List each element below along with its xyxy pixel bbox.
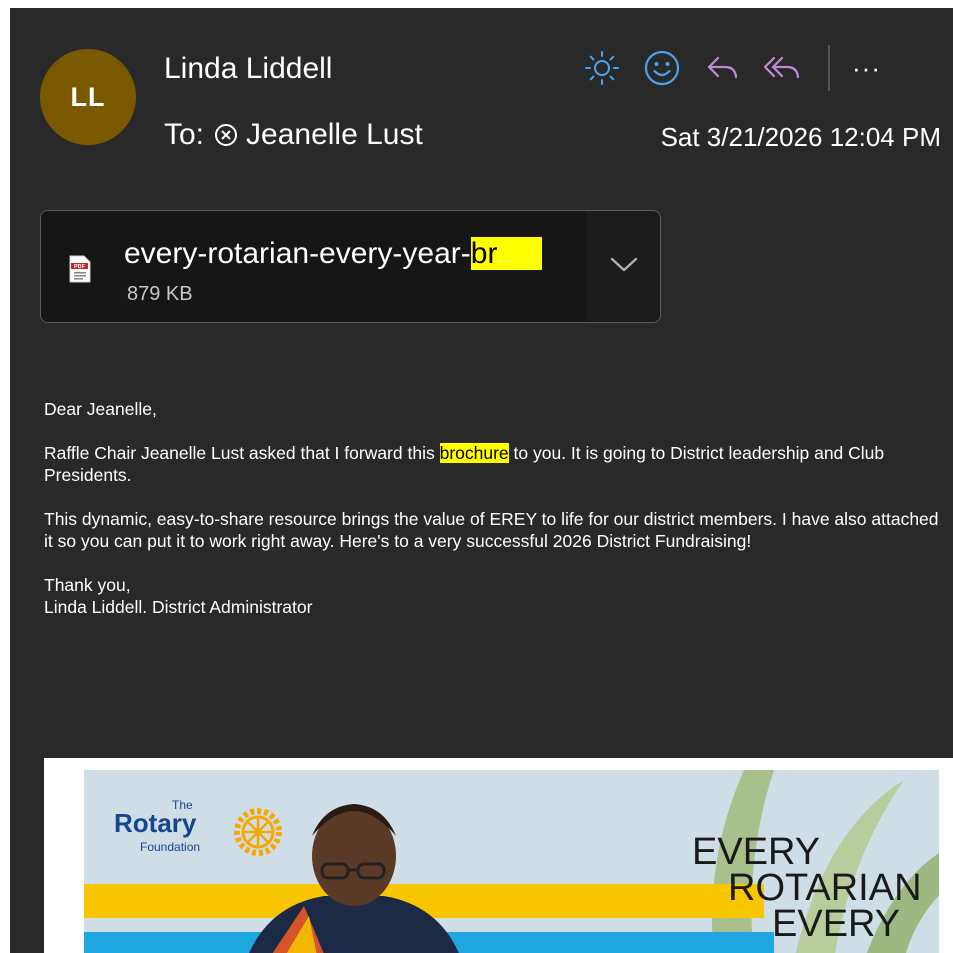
closing: Thank you, bbox=[44, 575, 131, 595]
message-toolbar: ··· bbox=[582, 45, 881, 91]
greeting: Dear Jeanelle, bbox=[44, 399, 157, 419]
email-reading-pane: LL Linda Liddell To: Jeanelle Lust Sat 3… bbox=[10, 8, 953, 953]
signature: Linda Liddell. District Administrator bbox=[44, 597, 313, 617]
sender-name[interactable]: Linda Liddell bbox=[164, 52, 332, 86]
attachment-size: 879 KB bbox=[127, 283, 193, 305]
svg-text:PDF: PDF bbox=[74, 264, 86, 270]
reply-all-icon bbox=[763, 56, 800, 79]
reply-all-button[interactable] bbox=[762, 48, 802, 88]
chevron-down-icon[interactable] bbox=[609, 255, 639, 275]
reply-icon bbox=[707, 56, 738, 79]
message-body: Dear Jeanelle, Raffle Chair Jeanelle Lus… bbox=[44, 398, 949, 640]
brochure-image: The Rotary Foundation EVERY ROTARIAN EVE… bbox=[44, 758, 953, 953]
paragraph-2: This dynamic, easy-to-share resource bri… bbox=[44, 509, 939, 551]
brochure-title: EVERY ROTARIAN EVERY bbox=[692, 831, 922, 945]
toolbar-divider bbox=[828, 45, 830, 91]
attachment-filename: every-rotarian-every-year-br... bbox=[124, 237, 543, 271]
sun-icon bbox=[585, 51, 619, 85]
emoji-icon bbox=[644, 50, 680, 86]
attachment-open-area[interactable]: PDF every-rotarian-every-year-br... 879 … bbox=[41, 211, 586, 322]
more-icon: ··· bbox=[852, 53, 881, 83]
sent-date: Sat 3/21/2026 12:04 PM bbox=[660, 122, 941, 152]
attachment-filename-prefix: every-rotarian-every-year- bbox=[124, 237, 471, 270]
rotary-wheel-icon bbox=[234, 808, 282, 856]
sender-avatar[interactable]: LL bbox=[40, 49, 136, 145]
search-highlight: brochure bbox=[439, 443, 509, 463]
pdf-icon: PDF bbox=[69, 255, 91, 283]
brochure-cover: The Rotary Foundation EVERY ROTARIAN EVE… bbox=[84, 770, 939, 953]
more-actions-button[interactable]: ··· bbox=[852, 55, 881, 81]
recipient-name: Jeanelle Lust bbox=[246, 118, 423, 151]
reply-button[interactable] bbox=[702, 48, 742, 88]
reaction-button[interactable] bbox=[642, 48, 682, 88]
avatar-initials: LL bbox=[70, 81, 106, 112]
signature-block: Thank you, Linda Liddell. District Admini… bbox=[44, 574, 949, 618]
paragraph-1: Raffle Chair Jeanelle Lust asked that I … bbox=[44, 443, 885, 485]
recipient-chip[interactable]: Jeanelle Lust bbox=[214, 118, 423, 152]
attachment-filename-highlight: br... bbox=[470, 237, 543, 270]
to-label: To: bbox=[164, 118, 205, 151]
remove-recipient-icon[interactable] bbox=[214, 123, 238, 147]
recipient-line: To: Jeanelle Lust bbox=[164, 118, 423, 152]
view-mode-button[interactable] bbox=[582, 48, 622, 88]
attachment-card[interactable]: PDF every-rotarian-every-year-br... 879 … bbox=[40, 210, 661, 323]
